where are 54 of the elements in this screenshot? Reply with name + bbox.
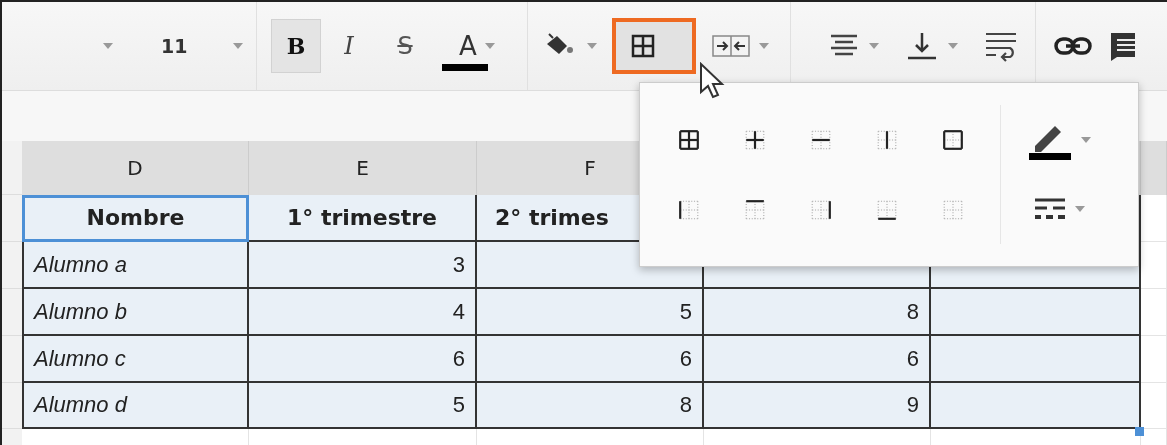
border-right-icon [810,199,832,221]
border-outer-icon [942,129,964,151]
table-cell[interactable] [931,336,1141,383]
border-inner-icon [744,129,766,151]
line-style-icon [1033,197,1067,222]
table-cell[interactable]: Alumno a [22,242,249,289]
size-button[interactable]: 11 [120,19,250,73]
bold-button[interactable]: B [271,19,321,73]
table-cell[interactable]: 6 [704,336,931,383]
table-cell[interactable]: 6 [477,336,704,383]
table-cell[interactable] [931,289,1141,336]
border-horizontal-icon [810,129,832,151]
link-icon [1053,35,1093,57]
border-top-icon [744,199,766,221]
borders-button[interactable] [612,18,696,74]
caret-icon [484,43,495,49]
table-cell[interactable]: 8 [704,289,931,336]
table-cell[interactable]: 1° trimestre [249,195,477,242]
text-wrap-icon [983,30,1019,62]
selection-handle[interactable] [1135,427,1144,436]
table-cell[interactable]: Alumno c [22,336,249,383]
column-header[interactable]: E [249,141,477,195]
table-cell[interactable]: 9 [704,383,931,429]
table-cell[interactable] [931,383,1141,429]
textcolor-button[interactable]: A [433,19,521,73]
comment-icon [1111,31,1135,61]
border-bottom-icon [876,199,898,221]
table-cell[interactable]: Alumno d [22,383,249,429]
caret-icon [759,43,769,49]
column-header[interactable] [1141,141,1167,195]
merge-cells-icon [711,33,751,59]
caret-icon [233,43,243,49]
border-vertical-icon [876,129,898,151]
caret-icon [587,43,597,49]
table-cell[interactable]: Nombre [22,195,249,242]
table-cell[interactable]: 4 [249,289,477,336]
border-left-icon [678,199,700,221]
column-header[interactable]: D [22,141,249,195]
border-all-icon [678,129,700,151]
border-none-icon [942,199,964,221]
strike-button[interactable]: S [377,19,433,73]
caret-icon [948,43,958,49]
caret-icon [869,43,879,49]
table-cell[interactable]: 6 [249,336,477,383]
table-cell[interactable]: 3 [249,242,477,289]
table-cell[interactable]: 5 [477,289,704,336]
table-cell[interactable]: 5 [249,383,477,429]
grid-icon [630,33,656,59]
caret-icon [1075,206,1085,213]
table-cell[interactable]: Alumno b [22,289,249,336]
italic-button[interactable]: I [321,19,377,73]
table-cell[interactable]: 8 [477,383,704,429]
caret-icon [1081,136,1091,143]
caret-icon [103,43,113,49]
